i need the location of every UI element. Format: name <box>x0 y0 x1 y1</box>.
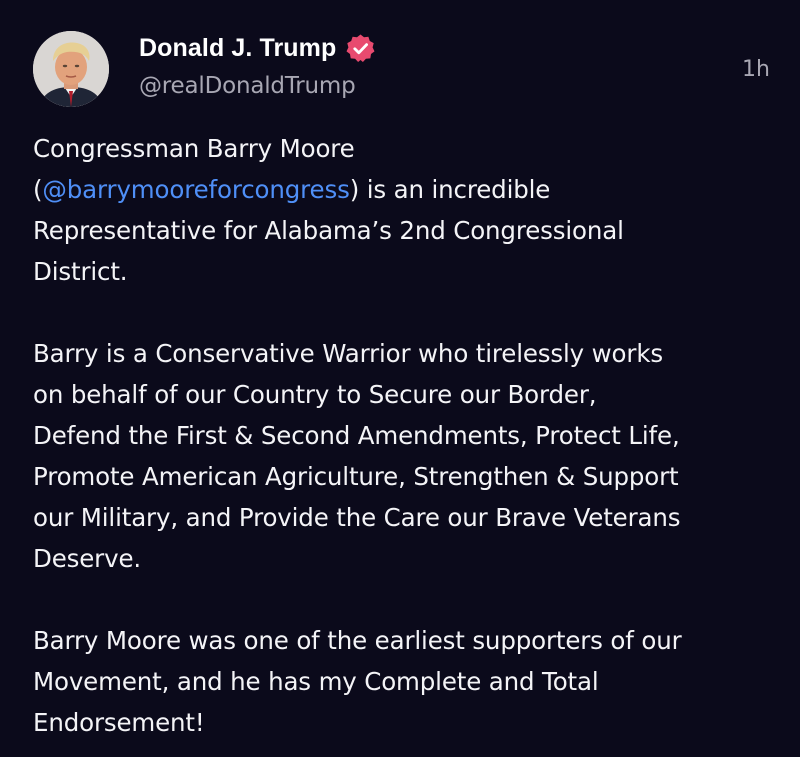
post-paragraph-2: Barry is a Conservative Warrior who tire… <box>33 333 783 579</box>
post-text-line: District. <box>33 257 128 286</box>
post-text-line: Representative for Alabama’s 2nd Congres… <box>33 216 624 245</box>
author-display-name[interactable]: Donald J. Trump <box>139 34 336 63</box>
post-text-line: Movement, and he has my Complete and Tot… <box>33 667 599 696</box>
post-text-line: Endorsement! <box>33 708 205 737</box>
post-text-line: (@barrymooreforcongress) is an incredibl… <box>33 169 783 210</box>
post-paragraph-3: Barry Moore was one of the earliest supp… <box>33 620 783 743</box>
post-text-segment: ) is an incredible <box>349 175 551 204</box>
author-name-row: Donald J. Trump <box>139 30 376 66</box>
post-text-line: Barry is a Conservative Warrior who tire… <box>33 339 663 368</box>
post-text-line: Barry Moore was one of the earliest supp… <box>33 626 682 655</box>
post-timestamp[interactable]: 1h <box>742 57 770 82</box>
post-paragraph-1: Congressman Barry Moore (@barrymooreforc… <box>33 128 783 292</box>
post-text-line: Defend the First & Second Amendments, Pr… <box>33 421 680 450</box>
post-body: Congressman Barry Moore (@barrymooreforc… <box>33 128 783 743</box>
post-text-line: Deserve. <box>33 544 142 573</box>
mention-link[interactable]: @barrymooreforcongress <box>42 175 349 204</box>
author-avatar[interactable] <box>33 31 109 107</box>
post-text-line: Congressman Barry Moore <box>33 134 355 163</box>
post-card: Donald J. Trump @realDonaldTrump 1h Cong… <box>0 0 800 757</box>
profile-photo <box>33 31 109 107</box>
post-text-line: our Military, and Provide the Care our B… <box>33 503 681 532</box>
post-text-line: on behalf of our Country to Secure our B… <box>33 380 597 409</box>
author-handle[interactable]: @realDonaldTrump <box>139 73 356 99</box>
post-text-line: Promote American Agriculture, Strengthen… <box>33 462 679 491</box>
paren-open: ( <box>33 175 43 204</box>
verified-badge-icon <box>345 33 376 64</box>
